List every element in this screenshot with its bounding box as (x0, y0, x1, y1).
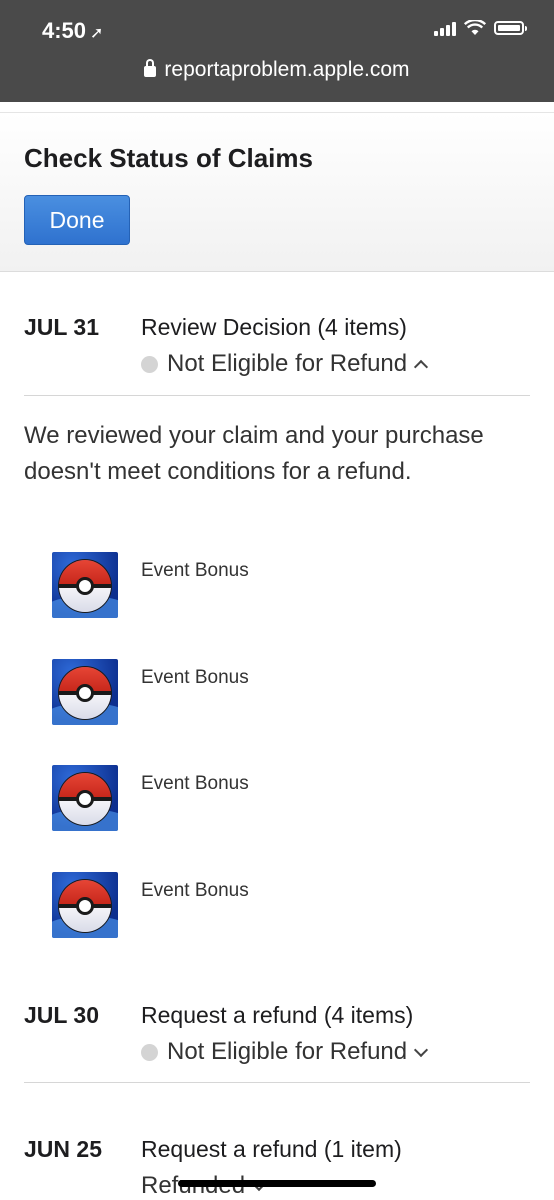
list-item: Event Bonus (52, 659, 502, 725)
claim-date: JUL 30 (24, 1002, 100, 1028)
list-item: Event Bonus (52, 872, 502, 938)
claim-title: Review Decision (4 items) (141, 314, 407, 340)
wifi-icon (464, 20, 486, 35)
header-panel: Check Status of Claims Done (0, 112, 554, 272)
claim-status-text: Not Eligible for Refund (167, 1038, 408, 1065)
item-name: Event Bonus (141, 560, 249, 581)
status-icons (434, 20, 527, 36)
claim-title: Request a refund (4 items) (141, 1002, 414, 1028)
status-dot-icon (141, 355, 158, 373)
item-name: Event Bonus (141, 773, 249, 794)
lock-icon (144, 59, 157, 77)
url-bar[interactable]: reportaproblem.apple.com (0, 58, 554, 82)
page-title: Check Status of Claims (24, 143, 313, 173)
pokeball-app-icon (52, 659, 118, 725)
claim-status-toggle[interactable]: Not Eligible for Refund (141, 350, 429, 378)
item-name: Event Bonus (141, 880, 249, 901)
location-arrow-icon: ➚ (90, 25, 104, 42)
battery-icon (494, 21, 527, 35)
claim-date: JUL 31 (24, 314, 100, 340)
url-text: reportaproblem.apple.com (164, 58, 410, 81)
chevron-down-icon (414, 1042, 429, 1058)
chevron-up-icon (414, 359, 429, 375)
clock: 4:50 (42, 18, 87, 43)
claim-title: Request a refund (1 item) (141, 1136, 402, 1162)
home-indicator[interactable] (178, 1180, 376, 1187)
item-name: Event Bonus (141, 667, 249, 688)
browser-top-bar: 4:50 ➚ reportaproblem.apple.com (0, 0, 554, 102)
list-item: Event Bonus (52, 765, 502, 831)
pokeball-app-icon (52, 552, 118, 618)
done-button[interactable]: Done (24, 195, 130, 245)
status-time: 4:50 ➚ (42, 18, 103, 44)
claim-status-toggle[interactable]: Not Eligible for Refund (141, 1038, 429, 1066)
claim-date: JUN 25 (24, 1136, 102, 1162)
divider (24, 1082, 530, 1083)
divider (24, 395, 530, 396)
status-dot-icon (141, 1043, 158, 1061)
list-item: Event Bonus (52, 552, 502, 618)
cellular-signal-icon (434, 20, 456, 36)
review-message: We reviewed your claim and your purchase… (24, 422, 484, 485)
claim-status-text: Not Eligible for Refund (167, 350, 408, 377)
pokeball-app-icon (52, 872, 118, 938)
pokeball-app-icon (52, 765, 118, 831)
